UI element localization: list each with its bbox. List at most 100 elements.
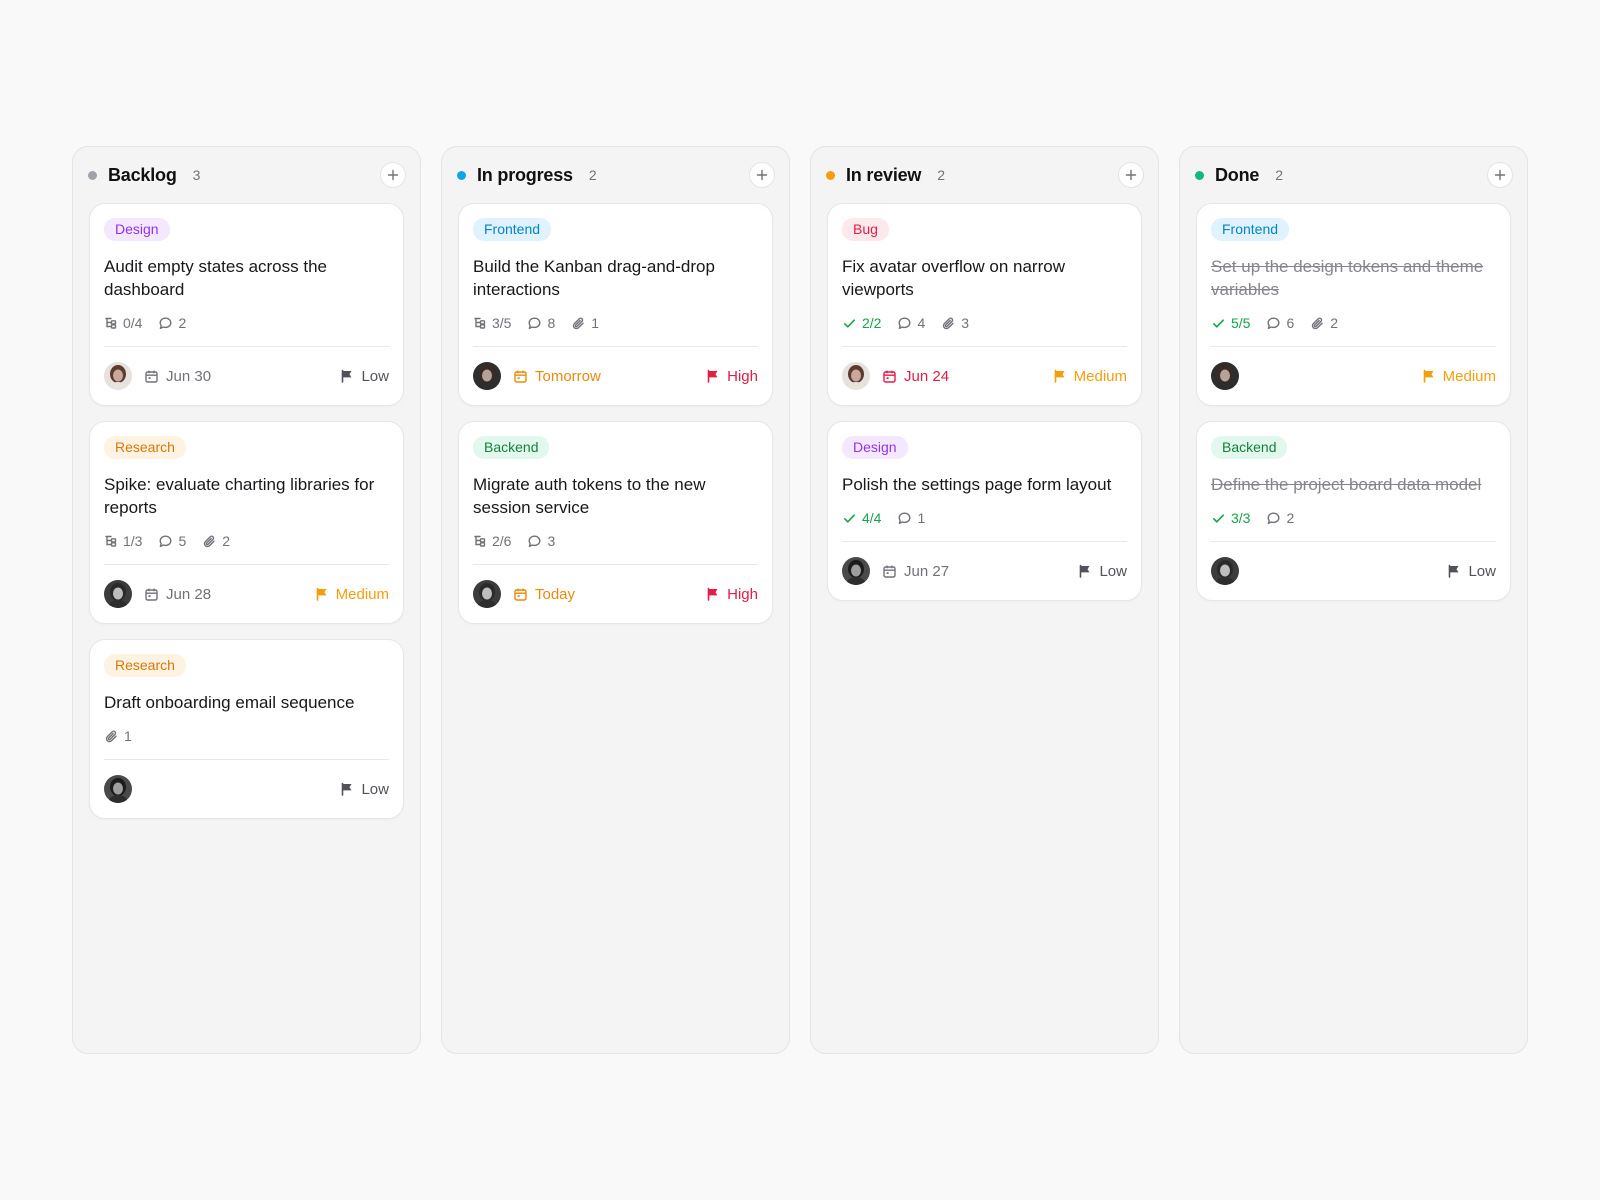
avatar[interactable] xyxy=(104,580,132,608)
card-title: Fix avatar overflow on narrow viewports xyxy=(842,257,1065,299)
due-date-label: Jun 27 xyxy=(904,562,950,580)
meta-value: 2/6 xyxy=(492,533,512,549)
card-title: Build the Kanban drag-and-drop interacti… xyxy=(473,257,715,299)
check-icon xyxy=(842,316,862,331)
plus-icon xyxy=(1494,169,1506,181)
column-in-review: In review 2 Bug Fix avatar overflow on n… xyxy=(810,146,1159,1054)
status-dot xyxy=(88,170,97,180)
avatar[interactable] xyxy=(104,775,132,803)
comment-icon xyxy=(897,511,917,526)
meta-value: 5 xyxy=(178,533,187,549)
priority-indicator[interactable]: Low xyxy=(1447,563,1496,580)
meta-value: 6 xyxy=(1286,315,1295,331)
task-card[interactable]: Frontend Set up the design tokens and th… xyxy=(1196,203,1511,406)
due-date-label: Jun 24 xyxy=(904,367,950,385)
add-card-button[interactable] xyxy=(749,162,775,188)
task-card[interactable]: Backend Define the project board data mo… xyxy=(1196,421,1511,601)
flag-icon xyxy=(706,587,727,601)
column-count: 2 xyxy=(1275,167,1283,183)
comment-icon xyxy=(527,534,547,549)
avatar[interactable] xyxy=(842,362,870,390)
tag-badge: Research xyxy=(104,654,186,677)
card-title: Define the project board data model xyxy=(1211,475,1482,494)
paperclip-icon xyxy=(202,534,222,549)
add-card-button[interactable] xyxy=(380,162,406,188)
meta-value: 4/4 xyxy=(862,510,882,526)
column-title: In review xyxy=(846,164,922,185)
card-list: Bug Fix avatar overflow on narrow viewpo… xyxy=(827,203,1142,601)
due-date[interactable]: Jun 28 xyxy=(144,586,211,603)
card-title: Spike: evaluate charting libraries for r… xyxy=(104,475,375,517)
priority-label: Medium xyxy=(1442,367,1496,385)
meta-check: 2/2 xyxy=(842,315,881,331)
priority-indicator[interactable]: Medium xyxy=(315,586,389,603)
meta-value: 1 xyxy=(591,315,600,331)
due-date[interactable]: Jun 30 xyxy=(144,368,211,385)
priority-indicator[interactable]: Medium xyxy=(1422,368,1496,385)
meta-value: 1 xyxy=(917,510,926,526)
avatar[interactable] xyxy=(104,362,132,390)
due-date[interactable]: Tomorrow xyxy=(513,368,601,385)
task-card[interactable]: Backend Migrate auth tokens to the new s… xyxy=(458,421,773,624)
comment-icon xyxy=(158,534,178,549)
meta-value: 2 xyxy=(1286,510,1295,526)
priority-indicator[interactable]: High xyxy=(706,368,758,385)
flag-icon xyxy=(315,587,336,601)
task-card[interactable]: Research Draft onboarding email sequence… xyxy=(89,639,404,819)
meta-value: 1 xyxy=(124,728,132,744)
meta-value: 8 xyxy=(547,315,556,331)
meta-subtasks: 1/3 xyxy=(104,533,142,549)
card-footer: Medium xyxy=(1211,347,1496,405)
card-list: Frontend Set up the design tokens and th… xyxy=(1196,203,1511,601)
due-date[interactable]: Jun 24 xyxy=(882,368,949,385)
task-card[interactable]: Frontend Build the Kanban drag-and-drop … xyxy=(458,203,773,406)
add-card-button[interactable] xyxy=(1487,162,1513,188)
meta-attachment: 3 xyxy=(941,315,969,331)
plus-icon xyxy=(1125,169,1137,181)
tag-badge: Research xyxy=(104,436,186,459)
tag-badge: Design xyxy=(104,218,170,241)
card-meta: 4/4 1 xyxy=(842,508,1127,528)
column-backlog: Backlog 3 Design Audit empty states acro… xyxy=(72,146,421,1054)
check-icon xyxy=(1211,511,1231,526)
task-card[interactable]: Design Polish the settings page form lay… xyxy=(827,421,1142,601)
meta-value: 3/3 xyxy=(1231,510,1251,526)
column-title: Done xyxy=(1215,164,1260,185)
avatar[interactable] xyxy=(842,557,870,585)
priority-label: Medium xyxy=(335,585,389,603)
avatar[interactable] xyxy=(473,580,501,608)
meta-attachment: 1 xyxy=(104,728,132,744)
card-meta: 1 xyxy=(104,726,389,746)
task-card[interactable]: Bug Fix avatar overflow on narrow viewpo… xyxy=(827,203,1142,406)
priority-indicator[interactable]: Low xyxy=(1078,563,1127,580)
priority-indicator[interactable]: Low xyxy=(340,368,389,385)
check-icon xyxy=(1211,316,1231,331)
priority-indicator[interactable]: High xyxy=(706,586,758,603)
priority-indicator[interactable]: Low xyxy=(340,781,389,798)
meta-attachment: 2 xyxy=(1310,315,1338,331)
flag-icon xyxy=(340,369,361,383)
flag-icon xyxy=(1447,564,1468,578)
meta-value: 2 xyxy=(178,315,187,331)
flag-icon xyxy=(1053,369,1074,383)
avatar[interactable] xyxy=(473,362,501,390)
column-count: 2 xyxy=(937,167,946,183)
task-card[interactable]: Research Spike: evaluate charting librar… xyxy=(89,421,404,624)
column-title: In progress xyxy=(477,164,573,185)
due-date-label: Jun 30 xyxy=(166,367,212,385)
due-date[interactable]: Today xyxy=(513,586,575,603)
avatar[interactable] xyxy=(1211,362,1239,390)
meta-comment: 2 xyxy=(158,315,186,331)
column-header: In progress 2 xyxy=(457,147,775,203)
due-date[interactable]: Jun 27 xyxy=(882,563,949,580)
column-in-progress: In progress 2 Frontend Build the Kanban … xyxy=(441,146,790,1054)
subtasks-icon xyxy=(473,534,492,548)
card-meta: 1/3 5 2 xyxy=(104,531,389,551)
avatar[interactable] xyxy=(1211,557,1239,585)
due-date-label: Today xyxy=(535,585,576,603)
card-footer: Low xyxy=(104,760,389,818)
priority-indicator[interactable]: Medium xyxy=(1053,368,1127,385)
meta-value: 2/2 xyxy=(862,315,882,331)
task-card[interactable]: Design Audit empty states across the das… xyxy=(89,203,404,406)
add-card-button[interactable] xyxy=(1118,162,1144,188)
